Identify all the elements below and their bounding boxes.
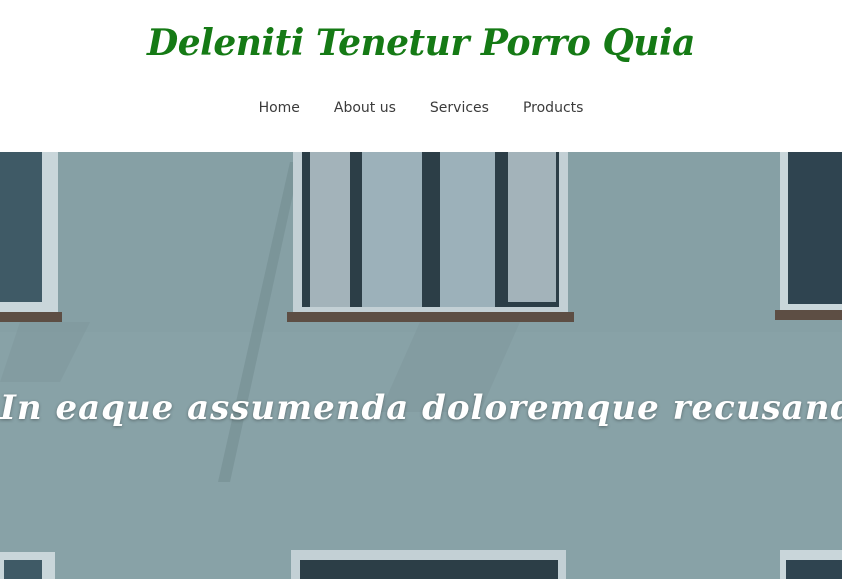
site-title[interactable]: Deleniti Tenetur Porro Quia [0,22,842,64]
main-nav: Home About us Services Products [0,100,842,116]
hero-heading: In eaque assumenda doloremque recusandae [0,388,842,428]
hero-banner: In eaque assumenda doloremque recusandae [0,152,842,579]
nav-item-about-us[interactable]: About us [334,100,396,116]
nav-item-home[interactable]: Home [259,100,300,116]
nav-item-products[interactable]: Products [523,100,583,116]
site-header: Deleniti Tenetur Porro Quia Home About u… [0,0,842,152]
hero-background-image [0,152,842,579]
nav-item-services[interactable]: Services [430,100,489,116]
